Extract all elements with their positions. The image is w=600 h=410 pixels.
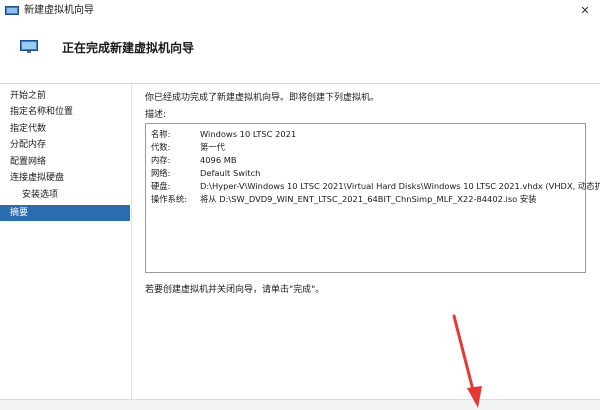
nav-item-before-you-begin[interactable]: 开始之前 [0,88,130,104]
intro-text: 你已经成功完成了新建虚拟机向导。即将创建下列虚拟机。 [145,93,380,103]
nav-item-virtual-disk[interactable]: 连接虚拟硬盘 [0,170,130,186]
summary-key: 内存: [151,155,171,165]
wizard-steps-nav: 开始之前 指定名称和位置 指定代数 分配内存 配置网络 连接虚拟硬盘 安装选项 … [0,84,132,400]
nav-item-name-location[interactable]: 指定名称和位置 [0,104,130,120]
red-arrow-annotation [452,314,482,408]
wizard-header: 正在完成新建虚拟机向导 [0,22,600,82]
summary-key: 代数: [151,142,171,152]
window-title: 新建虚拟机向导 [24,5,94,16]
summary-value: Windows 10 LTSC 2021 [200,129,297,139]
nav-item-summary[interactable]: 摘要 [0,205,130,221]
nav-item-network[interactable]: 配置网络 [0,154,130,170]
summary-textbox[interactable]: 名称: Windows 10 LTSC 2021 代数: 第一代 内存: 409… [145,123,600,273]
summary-key: 硬盘: [151,181,171,191]
summary-panel: 你已经成功完成了新建虚拟机向导。即将创建下列虚拟机。 描述: 名称: Windo… [132,84,600,400]
title-bar: 新建虚拟机向导 ✕ [0,0,600,22]
monitor-icon [5,6,19,15]
summary-value: 第一代 [200,142,225,152]
summary-value: 4096 MB [200,155,237,165]
summary-value: Default Switch [200,168,261,178]
summary-key: 操作系统: [151,194,187,204]
summary-key: 网络: [151,168,171,178]
button-bar [0,400,600,410]
monitor-icon [20,40,38,53]
nav-item-install-options[interactable]: 安装选项 [0,187,130,203]
description-label: 描述: [145,110,167,120]
summary-key: 名称: [151,129,171,139]
summary-value: 将从 D:\SW_DVD9_WIN_ENT_LTSC_2021_64BIT_Ch… [200,194,537,204]
close-button[interactable]: ✕ [570,0,600,22]
closing-instruction: 若要创建虚拟机并关闭向导，请单击"完成"。 [145,285,325,295]
summary-value: D:\Hyper-V\Windows 10 LTSC 2021\Virtual … [200,181,600,191]
nav-item-generation[interactable]: 指定代数 [0,121,130,137]
page-title: 正在完成新建虚拟机向导 [62,41,195,55]
nav-item-memory[interactable]: 分配内存 [0,137,130,153]
